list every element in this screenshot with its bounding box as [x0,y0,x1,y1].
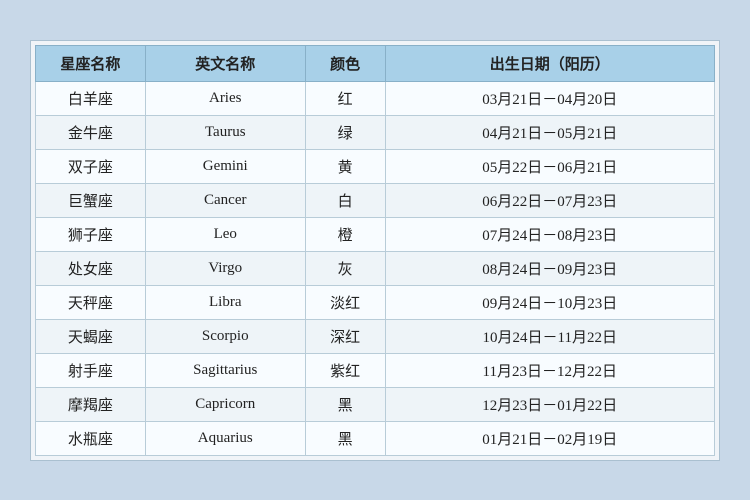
cell-chinese: 天秤座 [36,285,146,319]
header-english: 英文名称 [145,45,305,81]
zodiac-table-container: 星座名称 英文名称 颜色 出生日期（阳历） 白羊座Aries红03月21日－04… [30,40,720,461]
cell-chinese: 天蝎座 [36,319,146,353]
cell-english: Gemini [145,149,305,183]
table-header-row: 星座名称 英文名称 颜色 出生日期（阳历） [36,45,715,81]
cell-chinese: 水瓶座 [36,421,146,455]
cell-date: 12月23日－01月22日 [385,387,714,421]
cell-date: 11月23日－12月22日 [385,353,714,387]
cell-color: 紫红 [305,353,385,387]
table-row: 白羊座Aries红03月21日－04月20日 [36,81,715,115]
cell-date: 01月21日－02月19日 [385,421,714,455]
cell-chinese: 射手座 [36,353,146,387]
cell-date: 06月22日－07月23日 [385,183,714,217]
cell-date: 08月24日－09月23日 [385,251,714,285]
table-row: 天秤座Libra淡红09月24日－10月23日 [36,285,715,319]
cell-english: Capricorn [145,387,305,421]
table-row: 射手座Sagittarius紫红11月23日－12月22日 [36,353,715,387]
cell-date: 05月22日－06月21日 [385,149,714,183]
cell-date: 03月21日－04月20日 [385,81,714,115]
cell-english: Cancer [145,183,305,217]
cell-color: 黑 [305,387,385,421]
cell-color: 黄 [305,149,385,183]
table-row: 天蝎座Scorpio深红10月24日－11月22日 [36,319,715,353]
cell-english: Sagittarius [145,353,305,387]
cell-chinese: 双子座 [36,149,146,183]
cell-chinese: 巨蟹座 [36,183,146,217]
cell-color: 白 [305,183,385,217]
cell-english: Aquarius [145,421,305,455]
cell-date: 04月21日－05月21日 [385,115,714,149]
cell-english: Taurus [145,115,305,149]
cell-english: Libra [145,285,305,319]
cell-color: 淡红 [305,285,385,319]
zodiac-table: 星座名称 英文名称 颜色 出生日期（阳历） 白羊座Aries红03月21日－04… [35,45,715,456]
cell-color: 绿 [305,115,385,149]
cell-color: 灰 [305,251,385,285]
table-row: 水瓶座Aquarius黑01月21日－02月19日 [36,421,715,455]
cell-color: 深红 [305,319,385,353]
table-row: 处女座Virgo灰08月24日－09月23日 [36,251,715,285]
cell-color: 红 [305,81,385,115]
header-date: 出生日期（阳历） [385,45,714,81]
table-row: 巨蟹座Cancer白06月22日－07月23日 [36,183,715,217]
cell-chinese: 金牛座 [36,115,146,149]
header-chinese: 星座名称 [36,45,146,81]
cell-date: 10月24日－11月22日 [385,319,714,353]
cell-english: Virgo [145,251,305,285]
table-body: 白羊座Aries红03月21日－04月20日金牛座Taurus绿04月21日－0… [36,81,715,455]
header-color: 颜色 [305,45,385,81]
cell-english: Aries [145,81,305,115]
cell-english: Leo [145,217,305,251]
table-row: 金牛座Taurus绿04月21日－05月21日 [36,115,715,149]
cell-chinese: 狮子座 [36,217,146,251]
cell-english: Scorpio [145,319,305,353]
cell-chinese: 处女座 [36,251,146,285]
cell-date: 07月24日－08月23日 [385,217,714,251]
table-row: 狮子座Leo橙07月24日－08月23日 [36,217,715,251]
cell-color: 橙 [305,217,385,251]
cell-chinese: 白羊座 [36,81,146,115]
cell-chinese: 摩羯座 [36,387,146,421]
cell-color: 黑 [305,421,385,455]
table-row: 双子座Gemini黄05月22日－06月21日 [36,149,715,183]
table-row: 摩羯座Capricorn黑12月23日－01月22日 [36,387,715,421]
cell-date: 09月24日－10月23日 [385,285,714,319]
